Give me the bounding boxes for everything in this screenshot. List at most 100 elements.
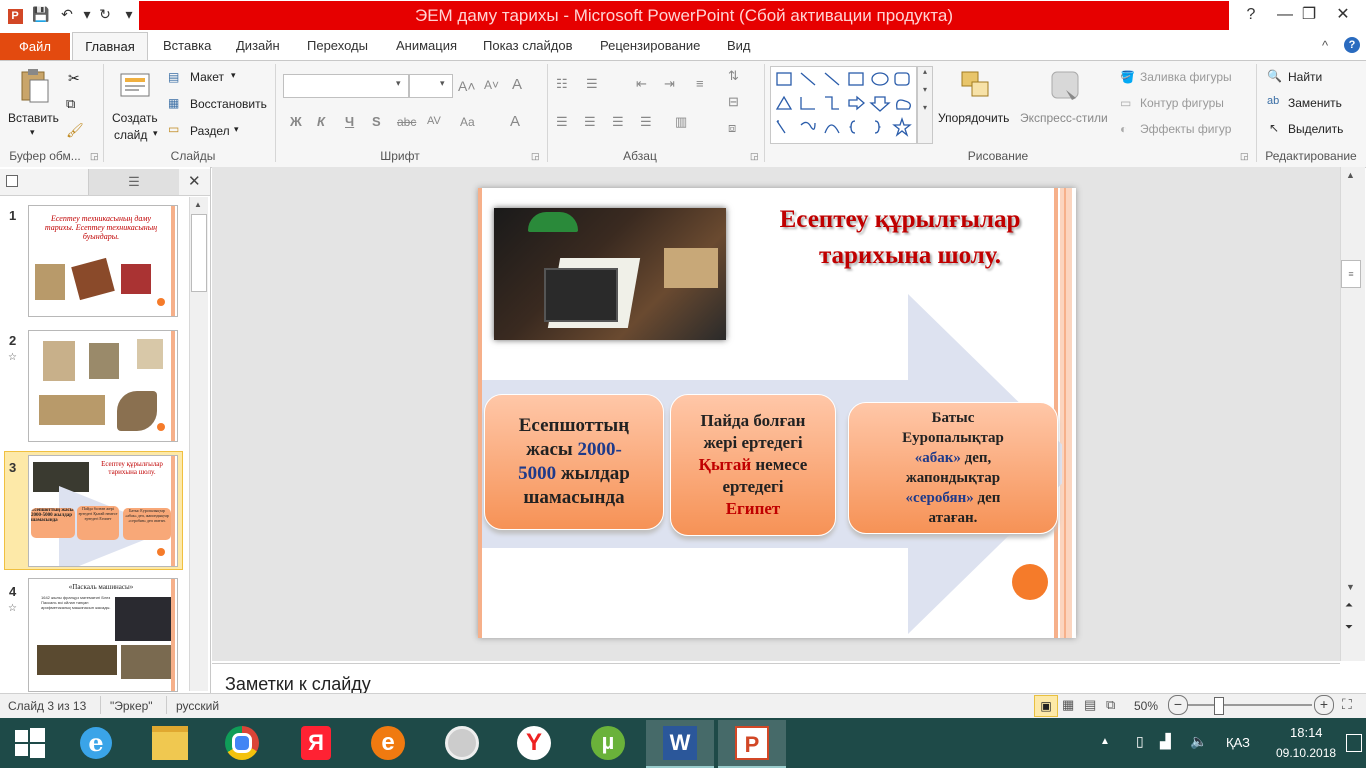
slide-sorter-icon[interactable]: ▦ [1062,697,1074,713]
redo-icon[interactable]: ↻ [96,5,114,23]
slide-thumbnail-1[interactable]: Есептеу техникасының даму тарихы. Есепте… [28,205,178,317]
new-slide-icon[interactable] [118,68,152,102]
new-slide-dropdown-icon[interactable]: ▾ [153,128,158,139]
clock-date[interactable]: 09.10.2018 [1276,746,1336,760]
reset-button[interactable]: Восстановить [190,97,267,111]
strikethrough-button[interactable]: abc [397,115,416,129]
tab-transitions[interactable]: Переходы [299,32,376,60]
align-center-icon[interactable]: ☰ [584,114,596,130]
shapes-gallery-scroll[interactable]: ▴ ▾ ▾ [917,66,933,144]
network-icon[interactable]: ▟ [1160,733,1171,750]
grow-font-icon[interactable]: A˄ [458,78,476,94]
tab-home[interactable]: Главная [72,32,148,61]
language-indicator[interactable]: ҚАЗ [1226,735,1250,750]
scroll-down-icon[interactable]: ▼ [1346,582,1355,592]
paste-button[interactable]: Вставить [8,111,59,125]
info-box-3[interactable]: Батыс Еуропалықтар «абак» деп, жапондықт… [848,402,1058,534]
quick-styles-icon[interactable] [1048,68,1084,104]
shrink-font-icon[interactable]: A˅ [484,78,499,92]
font-color-button[interactable]: A [510,113,520,130]
shape-effects-icon[interactable]: ◐ [1120,122,1127,136]
paragraph-launcher-icon[interactable]: ◲ [750,151,759,162]
text-direction-icon[interactable]: ⇅ [728,68,739,84]
columns-icon[interactable]: ▥ [675,114,687,130]
numbering-icon[interactable]: ☰ [586,76,598,92]
language-indicator[interactable]: русский [176,699,219,713]
scroll-thumb[interactable] [191,214,207,292]
line-spacing-icon[interactable]: ≡ [696,76,704,91]
new-slide-button[interactable]: Создать [112,111,158,125]
media-player-icon[interactable] [428,720,496,766]
zoom-in-button[interactable]: + [1314,695,1334,715]
outline-tab-icon[interactable]: ☰ [88,169,179,195]
align-text-icon[interactable]: ⊟ [728,94,739,110]
clipboard-launcher-icon[interactable]: ◲ [90,151,99,162]
drawing-launcher-icon[interactable]: ◲ [1240,151,1249,162]
align-right-icon[interactable]: ☰ [612,114,624,130]
layout-icon[interactable]: ▤ [168,70,179,84]
slide-thumbnail-3[interactable]: Есептеу құрылғылар тарихына шолу. Есепшо… [28,455,178,567]
bullets-icon[interactable]: ☷ [556,76,568,92]
layout-button[interactable]: Макет [190,70,224,84]
zoom-out-button[interactable]: − [1168,695,1188,715]
slide-title[interactable]: Есептеу құрылғылар тарихына шолу. [740,202,1060,274]
shape-effects-button[interactable]: Эффекты фигур [1140,122,1231,136]
copy-icon[interactable]: ⧉ [66,96,75,112]
word-icon[interactable]: W [646,720,714,768]
font-family-input[interactable] [283,74,409,98]
info-box-2[interactable]: Пайда болған жері ертедегі Қытай немесе … [670,394,836,536]
volume-icon[interactable]: 🔈 [1190,733,1207,750]
internet-explorer-icon[interactable]: e [62,720,130,766]
arrange-button[interactable]: Упорядочить [938,111,1009,125]
yandex-icon[interactable]: Y [500,720,568,766]
character-spacing-button[interactable]: AV [427,115,441,127]
next-slide-icon[interactable]: ⏷ [1345,622,1353,633]
scroll-up-icon[interactable]: ▲ [1346,170,1355,180]
section-button[interactable]: Раздел [190,124,230,138]
clock-time[interactable]: 18:14 [1290,725,1323,740]
find-icon[interactable]: 🔍 [1267,69,1282,83]
replace-icon[interactable]: ab [1267,95,1279,107]
help-icon[interactable]: ? [1344,37,1360,53]
shape-fill-button[interactable]: Заливка фигуры [1140,70,1232,84]
shape-outline-button[interactable]: Контур фигуры [1140,96,1224,110]
start-button[interactable] [0,720,60,766]
select-icon[interactable]: ↖ [1269,121,1279,135]
slides-tab-icon[interactable] [6,175,18,187]
slide-thumbnail-2[interactable] [28,330,178,442]
reset-icon[interactable]: ▦ [168,96,179,110]
yandex-browser-icon[interactable]: Я [282,720,350,766]
file-explorer-icon[interactable] [136,720,204,766]
utorrent-icon[interactable]: µ [574,720,642,766]
cut-icon[interactable]: ✂ [68,70,80,87]
tab-slideshow[interactable]: Показ слайдов [475,32,581,60]
previous-slide-icon[interactable]: ⏶ [1345,600,1353,611]
section-icon[interactable]: ▭ [168,122,179,136]
zoom-level[interactable]: 50% [1134,699,1158,713]
italic-button[interactable]: К [317,114,325,129]
powerpoint-app-icon[interactable]: P [6,5,24,24]
tab-design[interactable]: Дизайн [228,32,288,60]
origin-browser-icon[interactable]: e [354,720,422,766]
font-family-dropdown-icon[interactable]: ▾ [396,78,401,89]
slideshow-icon[interactable]: ⧉ [1106,697,1115,713]
quick-styles-button[interactable]: Экспресс-стили [1020,111,1108,125]
shape-outline-icon[interactable]: ▭ [1120,96,1131,110]
customize-qat-icon[interactable]: ▾ [120,5,138,23]
clear-formatting-icon[interactable]: A [512,76,522,93]
tab-view[interactable]: Вид [719,32,759,60]
format-painter-icon[interactable]: 🖌 [66,122,84,139]
tab-animation[interactable]: Анимация [388,32,465,60]
current-slide[interactable]: Есептеу құрылғылар тарихына шолу. Есепшо… [478,188,1076,638]
justify-icon[interactable]: ☰ [640,114,652,130]
undo-icon[interactable]: ↶ [58,5,76,23]
save-icon[interactable]: 💾 [32,5,50,23]
zoom-slider-track[interactable] [1188,704,1312,706]
tab-review[interactable]: Рецензирование [592,32,708,60]
bold-button[interactable]: Ж [290,114,302,129]
close-panel-icon[interactable]: ✕ [188,172,201,190]
notes-pane[interactable]: Заметки к слайду [212,663,1340,694]
decrease-indent-icon[interactable]: ⇤ [636,76,647,92]
show-hidden-icons[interactable]: ▲ [1100,736,1110,747]
select-button[interactable]: Выделить [1288,122,1343,136]
